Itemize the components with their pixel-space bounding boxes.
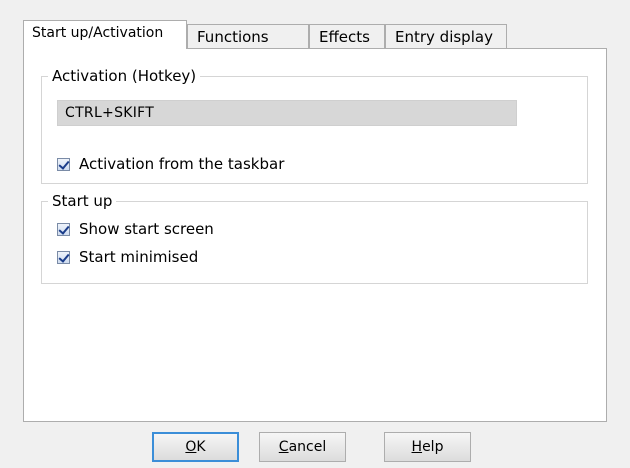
start-minimised-option[interactable]: Start minimised	[57, 248, 198, 266]
tab-effects[interactable]: Effects	[309, 24, 385, 48]
show-start-screen-checkbox[interactable]	[57, 222, 70, 236]
ok-mnemonic: O	[185, 439, 197, 455]
help-button[interactable]: Help	[384, 432, 471, 462]
startup-group: Start up Show start screen Start minimis…	[41, 191, 588, 284]
tab-panel: Activation (Hotkey) CTRL+SKIFT Activatio…	[23, 48, 607, 422]
start-minimised-label: Start minimised	[79, 248, 199, 266]
cancel-label-rest: ancel	[288, 439, 327, 455]
show-start-screen-label: Show start screen	[79, 220, 214, 238]
show-start-screen-option[interactable]: Show start screen	[57, 220, 214, 238]
activation-group: Activation (Hotkey) CTRL+SKIFT Activatio…	[41, 66, 588, 184]
start-minimised-checkbox[interactable]	[57, 250, 70, 264]
taskbar-activation-checkbox[interactable]	[57, 157, 70, 171]
tab-start-up-activation[interactable]: Start up/Activation	[23, 20, 187, 49]
ok-button[interactable]: OK	[152, 432, 239, 462]
help-label-rest: elp	[422, 439, 444, 455]
cancel-mnemonic: C	[278, 439, 289, 455]
tab-entry-display[interactable]: Entry display	[385, 24, 507, 48]
activation-group-title: Activation (Hotkey)	[48, 66, 201, 86]
taskbar-activation-label: Activation from the taskbar	[79, 155, 285, 173]
cancel-button[interactable]: Cancel	[259, 432, 346, 462]
hotkey-field[interactable]: CTRL+SKIFT	[57, 100, 517, 126]
ok-label-rest: K	[196, 439, 206, 455]
help-mnemonic: H	[411, 439, 423, 455]
startup-group-title: Start up	[48, 191, 117, 211]
tab-functions[interactable]: Functions	[187, 24, 309, 48]
taskbar-activation-option[interactable]: Activation from the taskbar	[57, 155, 284, 173]
